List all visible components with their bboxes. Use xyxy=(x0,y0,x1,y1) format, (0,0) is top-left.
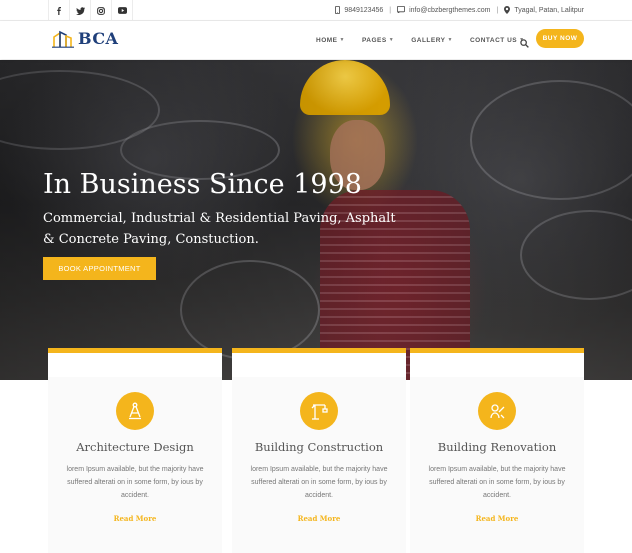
service-title: Building Renovation xyxy=(437,440,557,454)
card-top-band xyxy=(48,353,222,377)
service-card: Architecture Design lorem Ipsum availabl… xyxy=(48,348,222,553)
youtube-icon[interactable] xyxy=(112,0,133,21)
read-more-link[interactable]: Read More xyxy=(48,514,222,523)
twitter-icon[interactable] xyxy=(70,0,91,21)
main-menu: HOME ▼ PAGES ▼ GALLERY ▼ CONTACT US ▼ xyxy=(316,21,542,59)
phone-number[interactable]: 9849123456 xyxy=(344,7,383,14)
crane-icon xyxy=(300,392,338,430)
hero-title: In Business Since 1998 xyxy=(43,169,362,200)
chevron-down-icon: ▼ xyxy=(447,37,453,43)
logo-text: BCA xyxy=(78,29,119,48)
hero-banner: In Business Since 1998 Commercial, Indus… xyxy=(0,60,632,380)
menu-label: GALLERY xyxy=(411,36,446,44)
service-title: Architecture Design xyxy=(76,440,194,454)
divider: | xyxy=(496,7,499,14)
chevron-down-icon: ▼ xyxy=(388,37,395,43)
email-address[interactable]: info@cbzbergthemes.com xyxy=(409,7,490,14)
social-links xyxy=(48,0,133,21)
compass-icon xyxy=(116,392,154,430)
contact-info: 9849123456 | info@cbzbergthemes.com | Ty… xyxy=(335,0,584,21)
top-bar: 9849123456 | info@cbzbergthemes.com | Ty… xyxy=(0,0,632,21)
menu-item-home[interactable]: HOME ▼ xyxy=(316,37,345,44)
book-appointment-button[interactable]: BOOK APPOINTMENT xyxy=(43,257,156,280)
menu-label: PAGES xyxy=(361,36,387,44)
location-icon xyxy=(504,5,511,16)
renovation-icon xyxy=(478,392,516,430)
address: Tyagal, Patan, Lalitpur xyxy=(514,7,584,14)
menu-item-pages[interactable]: PAGES ▼ xyxy=(362,37,394,44)
search-icon[interactable] xyxy=(520,35,530,48)
menu-item-gallery[interactable]: GALLERY ▼ xyxy=(411,37,453,44)
facebook-icon[interactable] xyxy=(49,0,70,21)
service-description: lorem Ipsum available, but the majority … xyxy=(66,466,204,499)
menu-label: CONTACT US xyxy=(469,36,518,44)
menu-label: HOME xyxy=(316,36,338,44)
read-more-link[interactable]: Read More xyxy=(232,514,406,523)
email-icon xyxy=(397,6,406,15)
service-card: Building Renovation lorem Ipsum availabl… xyxy=(410,348,584,553)
service-description: lorem Ipsum available, but the majority … xyxy=(250,466,388,499)
hero-subtitle: Commercial, Industrial & Residential Pav… xyxy=(43,211,396,247)
service-title: Building Construction xyxy=(254,440,384,454)
service-card: Building Construction lorem Ipsum availa… xyxy=(232,348,406,553)
divider: | xyxy=(389,7,392,14)
service-description: lorem Ipsum available, but the majority … xyxy=(428,466,566,499)
read-more-link[interactable]: Read More xyxy=(410,514,584,523)
card-top-band xyxy=(232,353,406,377)
services-section: Architecture Design lorem Ipsum availabl… xyxy=(48,348,584,553)
chevron-down-icon: ▼ xyxy=(339,37,345,43)
menu-item-contact[interactable]: CONTACT US ▼ xyxy=(470,37,525,44)
card-top-band xyxy=(410,353,584,377)
instagram-icon[interactable] xyxy=(91,0,112,21)
phone-icon xyxy=(335,5,341,16)
site-logo[interactable]: BCA xyxy=(52,29,118,48)
buy-now-button[interactable]: BUY NOW xyxy=(536,29,584,48)
building-logo-icon xyxy=(52,30,74,48)
